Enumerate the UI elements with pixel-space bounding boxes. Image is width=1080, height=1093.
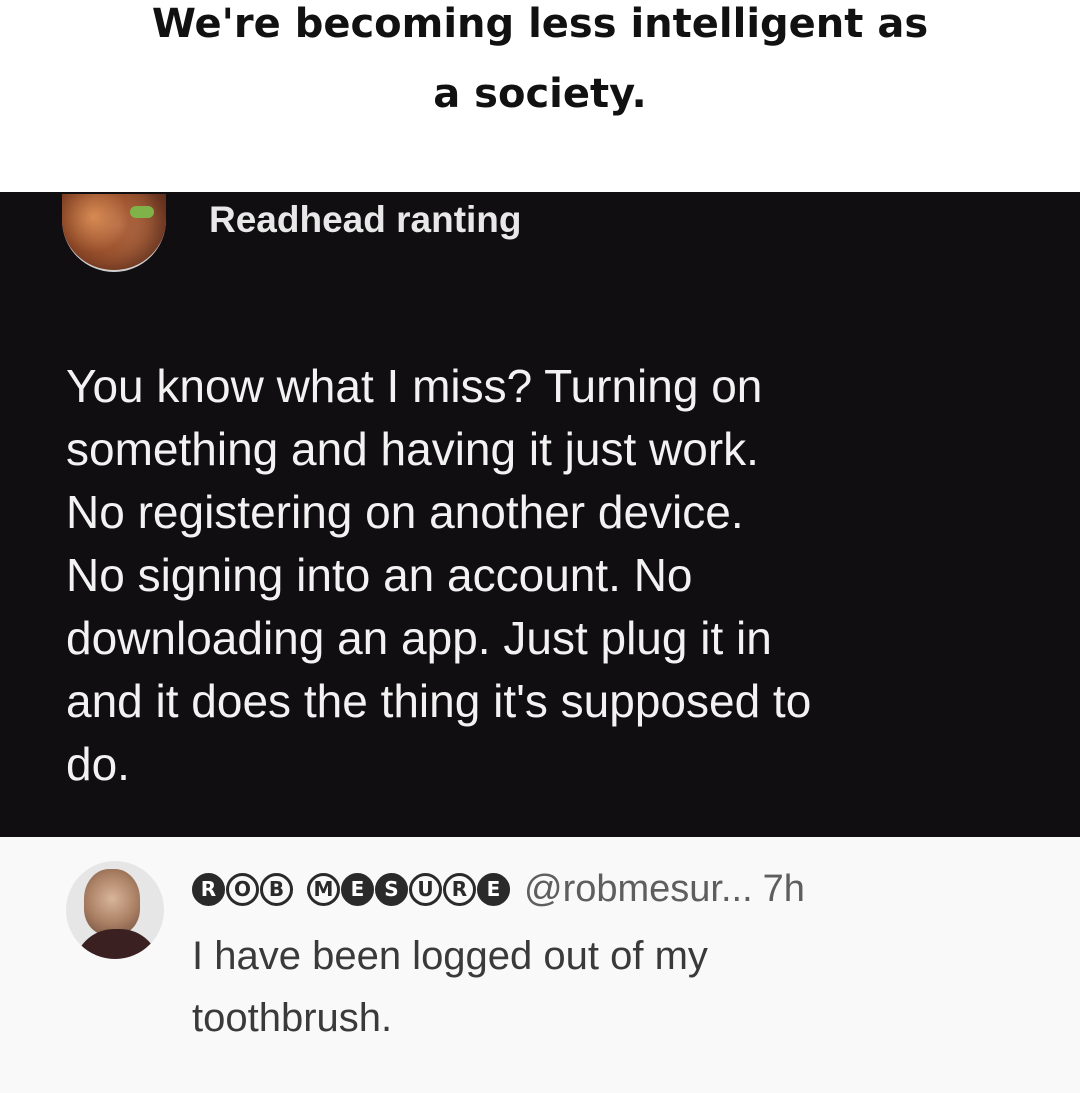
reply-text: I have been logged out of my toothbrush. xyxy=(192,925,1052,1049)
name-glyph: U xyxy=(409,872,442,906)
name-glyph: E xyxy=(341,872,374,906)
name-glyph: B xyxy=(260,872,293,906)
name-glyph: M xyxy=(307,872,340,906)
post-text-line: You know what I miss? Turning on xyxy=(66,360,763,412)
reply-header: R O B M E S U R E @robmesur... 7h xyxy=(192,866,805,912)
name-glyph: R xyxy=(443,872,476,906)
reply-timestamp[interactable]: 7h xyxy=(763,868,805,911)
post-text-line: No signing into an account. No xyxy=(66,549,693,601)
name-glyph: R xyxy=(192,872,225,906)
post-text-line: downloading an app. Just plug it in xyxy=(66,612,772,664)
name-glyph: S xyxy=(375,872,408,906)
caption-line-2: a society. xyxy=(433,71,647,117)
post-text: You know what I miss? Turning on somethi… xyxy=(66,355,1056,796)
reply-author-avatar[interactable] xyxy=(66,861,164,959)
meme-caption: We're becoming less intelligent as a soc… xyxy=(0,0,1080,192)
name-glyph: E xyxy=(477,872,510,906)
reply-handle[interactable]: @robmesur... xyxy=(524,868,753,911)
caption-line-1: We're becoming less intelligent as xyxy=(151,1,929,47)
name-glyph: O xyxy=(226,872,259,906)
reply-text-line: toothbrush. xyxy=(192,996,393,1040)
post-text-line: do. xyxy=(66,738,130,790)
reply-text-line: I have been logged out of my xyxy=(192,934,708,978)
post-author-name[interactable]: Readhead ranting xyxy=(209,198,522,242)
avatar-face xyxy=(84,869,140,935)
post-text-line: and it does the thing it's supposed to xyxy=(66,675,812,727)
post-author-avatar[interactable] xyxy=(62,194,166,272)
avatar-hair xyxy=(62,194,166,270)
post-text-line: something and having it just work. xyxy=(66,423,759,475)
meme-page: We're becoming less intelligent as a soc… xyxy=(0,0,1080,1093)
avatar-glasses xyxy=(130,206,154,218)
post-text-line: No registering on another device. xyxy=(66,486,744,538)
avatar-shirt xyxy=(74,929,160,959)
